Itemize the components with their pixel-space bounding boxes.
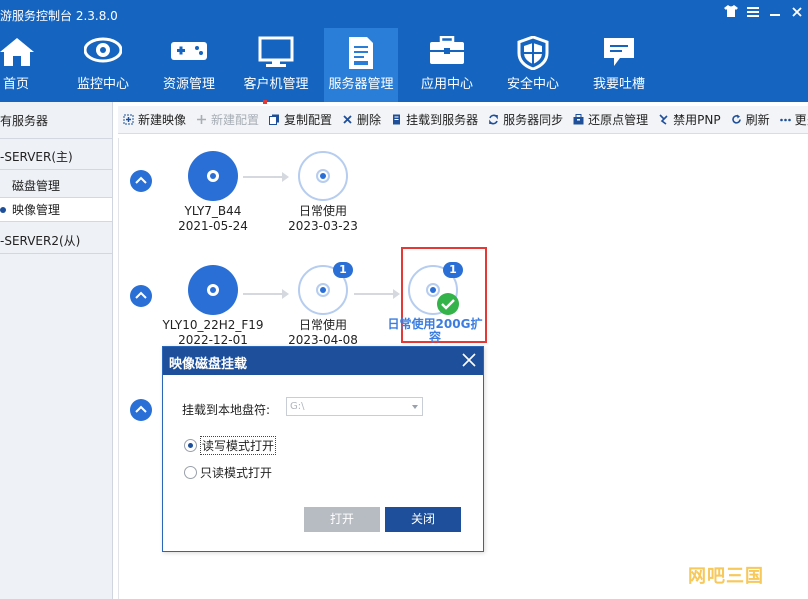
close-icon xyxy=(462,353,476,367)
chevron-up-icon xyxy=(135,291,147,299)
radio-read-write[interactable]: 读写模式打开 xyxy=(184,436,277,455)
sidebar-item-image[interactable]: 映像管理 xyxy=(0,198,112,222)
nav-feedback[interactable]: 我要吐槽 xyxy=(588,28,650,102)
close-button[interactable]: 关闭 xyxy=(385,507,461,532)
sidebar-item-all-servers[interactable]: 有服务器 xyxy=(0,108,112,139)
restore-point-button[interactable]: 还原点管理 xyxy=(568,106,653,133)
nav-app[interactable]: 应用中心 xyxy=(416,28,478,102)
toolbox-icon xyxy=(430,36,464,64)
new-config-button[interactable]: 新建配置 xyxy=(191,106,264,133)
collapse-button[interactable] xyxy=(130,170,152,192)
radio-button[interactable] xyxy=(184,439,197,452)
count-badge: 1 xyxy=(333,262,353,278)
chevron-up-icon xyxy=(135,176,147,184)
disc-icon xyxy=(210,173,216,179)
copy-config-button[interactable]: 复制配置 xyxy=(264,106,337,133)
shield-icon xyxy=(517,36,549,70)
nav-client[interactable]: 客户机管理 xyxy=(240,28,312,102)
chevron-down-icon xyxy=(412,405,418,409)
nav-home[interactable]: 首页 xyxy=(0,28,34,102)
main-nav: 首页 监控中心 资源管理 客户机管理 服务器管理 应用中心 安全中心 我要吐槽 xyxy=(0,28,808,102)
nav-server[interactable]: 服务器管理 xyxy=(324,28,398,102)
image-node-base[interactable] xyxy=(188,265,238,315)
sync-icon xyxy=(488,114,499,125)
sidebar-item-disk[interactable]: 磁盘管理 xyxy=(0,174,112,198)
drive-select[interactable]: G:\ xyxy=(286,397,423,416)
nav-resource[interactable]: 资源管理 xyxy=(158,28,220,102)
sidebar-item-server2[interactable]: -SERVER2(从) xyxy=(0,228,112,254)
collapse-button[interactable] xyxy=(130,399,152,421)
node-label: YLY7_B44 2021-05-24 xyxy=(178,204,248,233)
more-icon xyxy=(779,114,791,125)
node-label-selected: 日常使用200G扩容 xyxy=(387,317,483,344)
minimize-icon[interactable] xyxy=(768,5,782,21)
nav-monitor[interactable]: 监控中心 xyxy=(72,28,134,102)
toolbar: 新建映像 新建配置 复制配置 删除 挂载到服务器 服务器同步 还原点管理 禁用P… xyxy=(118,106,808,134)
image-node-config[interactable] xyxy=(298,151,348,201)
disable-pnp-button[interactable]: 禁用PNP xyxy=(653,106,725,133)
watermark: 网吧三国 xyxy=(688,566,764,587)
collapse-button[interactable] xyxy=(130,285,152,307)
nav-indicator xyxy=(263,100,267,104)
pnp-icon xyxy=(658,114,669,125)
mount-icon xyxy=(391,114,402,125)
dialog-header: 映像磁盘挂载 xyxy=(163,347,483,375)
arrow-connector xyxy=(243,289,289,299)
shirt-icon[interactable] xyxy=(724,5,738,21)
mount-server-button[interactable]: 挂载到服务器 xyxy=(386,106,483,133)
sidebar-item-server-main[interactable]: -SERVER(主) xyxy=(0,144,112,170)
refresh-icon xyxy=(731,114,742,125)
radio-read-only[interactable]: 只读模式打开 xyxy=(184,464,272,481)
dialog-close-button[interactable] xyxy=(461,352,477,368)
menu-icon[interactable] xyxy=(746,5,760,21)
title-bar: 游服务控制台 2.3.8.0 xyxy=(0,0,808,28)
dialog-title: 映像磁盘挂载 xyxy=(169,357,248,372)
delete-icon xyxy=(342,114,353,125)
server-sync-button[interactable]: 服务器同步 xyxy=(483,106,568,133)
delete-button[interactable]: 删除 xyxy=(337,106,386,133)
disc-icon xyxy=(210,287,216,293)
eye-icon xyxy=(84,37,122,63)
sidebar: 有服务器 -SERVER(主) 磁盘管理 映像管理 -SERVER2(从) xyxy=(0,102,113,599)
server-doc-icon xyxy=(349,37,373,69)
more-button[interactable]: 更多 xyxy=(775,106,808,133)
node-label: 日常使用 2023-04-08 xyxy=(288,318,358,347)
drive-label: 挂载到本地盘符: xyxy=(182,403,271,417)
radio-button[interactable] xyxy=(184,466,197,479)
window-controls xyxy=(724,5,804,21)
close-icon[interactable] xyxy=(790,5,804,21)
node-label: YLY10_22H2_F19 2022-12-01 xyxy=(162,318,264,347)
mount-dialog: 映像磁盘挂载 挂载到本地盘符: G:\ 读写模式打开 只读模式打开 打开 关闭 xyxy=(162,346,484,552)
restore-icon xyxy=(573,114,584,125)
node-label: 日常使用 2023-03-23 xyxy=(288,204,358,233)
nav-security[interactable]: 安全中心 xyxy=(502,28,564,102)
open-button[interactable]: 打开 xyxy=(304,507,380,532)
chat-icon xyxy=(604,38,634,66)
image-node-base[interactable] xyxy=(188,151,238,201)
arrow-connector xyxy=(354,289,400,299)
plus-icon xyxy=(196,114,207,125)
copy-icon xyxy=(269,114,280,125)
monitor-icon xyxy=(258,36,294,67)
home-icon xyxy=(0,38,34,66)
chevron-up-icon xyxy=(135,405,147,413)
new-image-button[interactable]: 新建映像 xyxy=(118,106,191,133)
gamepad-icon xyxy=(171,42,207,60)
refresh-button[interactable]: 刷新 xyxy=(726,106,775,133)
arrow-connector xyxy=(243,172,289,182)
selected-dot xyxy=(0,206,6,213)
window-title: 游服务控制台 2.3.8.0 xyxy=(0,9,118,23)
new-image-icon xyxy=(123,114,134,125)
